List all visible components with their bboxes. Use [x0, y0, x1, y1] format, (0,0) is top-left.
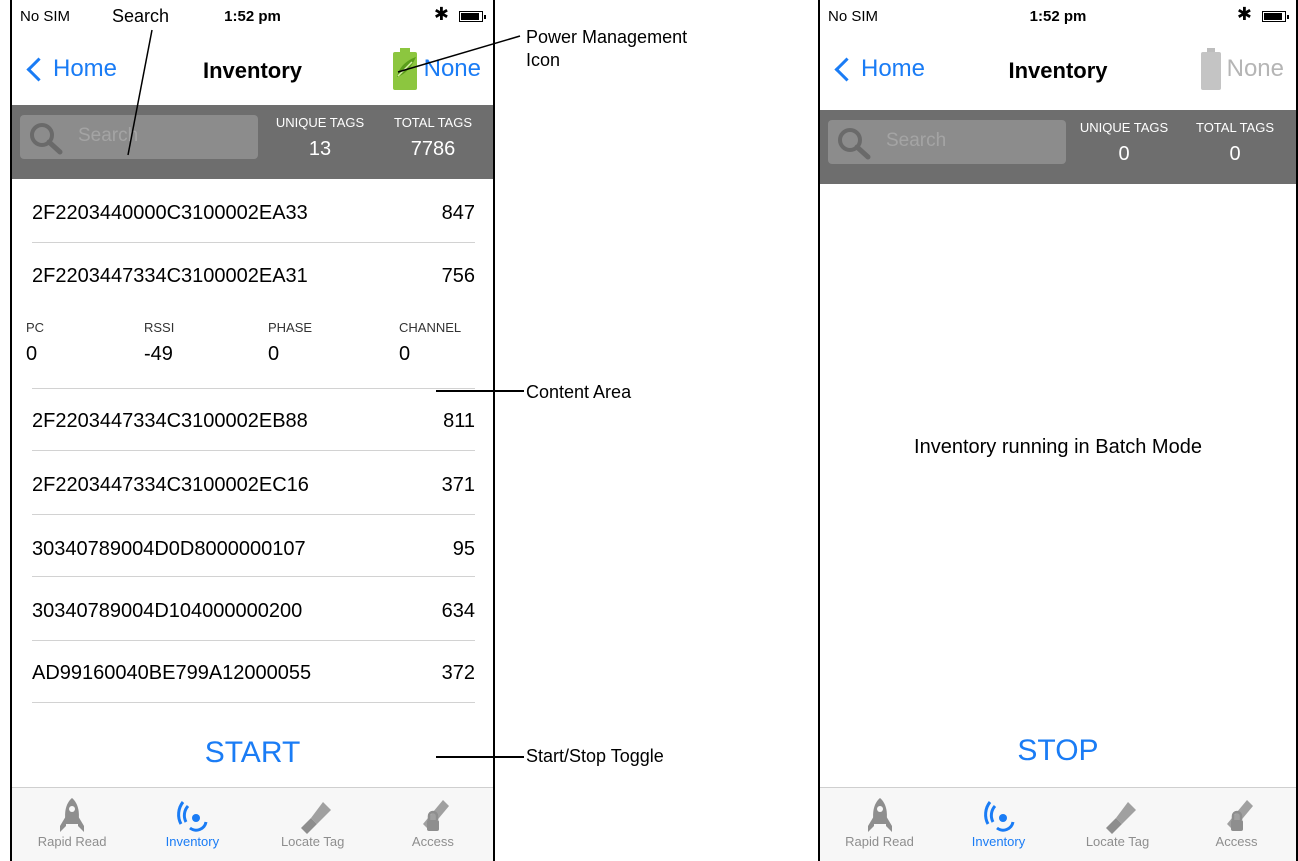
- callout-leaders: [127, 29, 524, 758]
- callout-content-area: Content Area: [526, 382, 632, 402]
- callout-power-management: Power Management Icon: [526, 27, 688, 71]
- callout-start-stop: Start/Stop Toggle: [526, 746, 664, 766]
